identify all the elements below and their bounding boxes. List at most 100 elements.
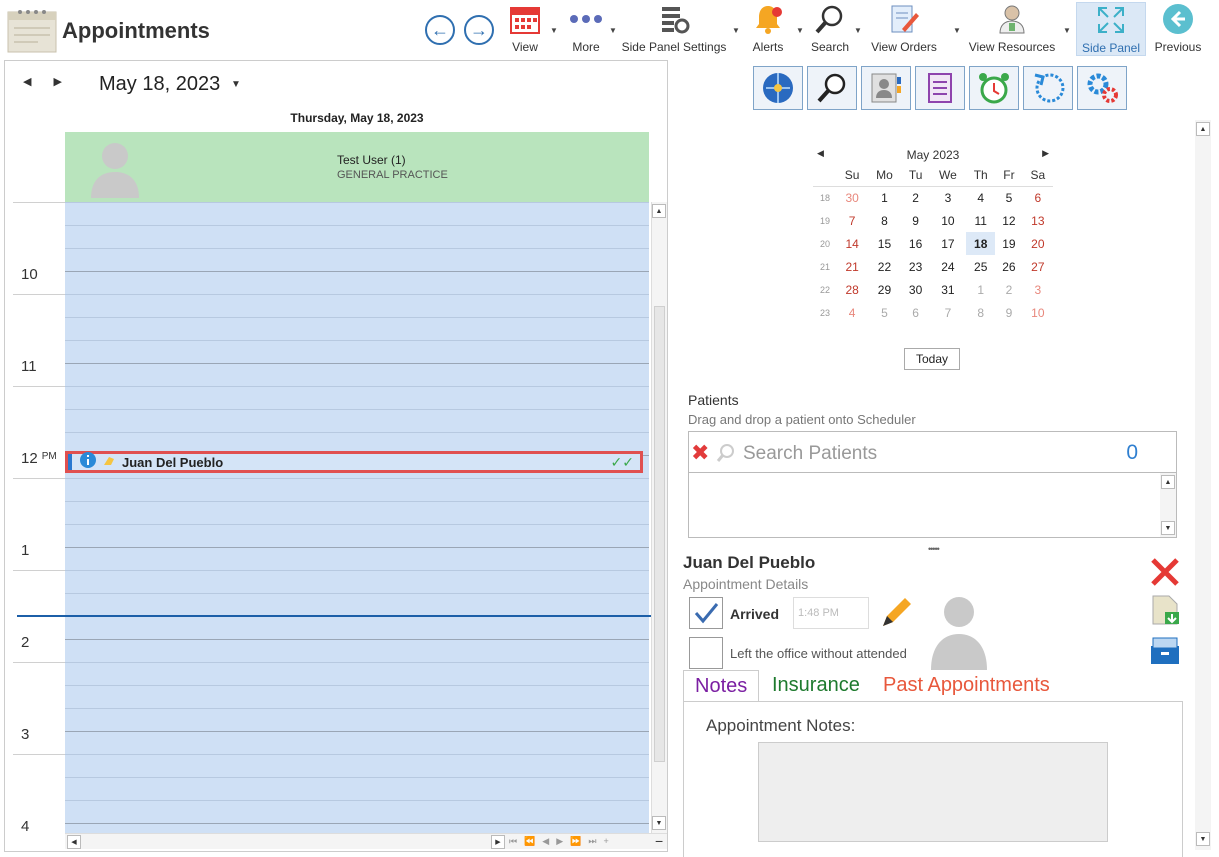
search-dropdown-icon[interactable]: ▼ [854, 26, 862, 35]
search-button[interactable]: Search [810, 2, 850, 56]
patient-search-box[interactable]: ✖ Search Patients 0 [688, 431, 1177, 473]
refresh-tool-button[interactable] [1023, 66, 1073, 110]
view-dropdown-icon[interactable]: ▼ [550, 26, 558, 35]
appointment-notes-field[interactable] [758, 742, 1108, 842]
side-panel-settings-dropdown-icon[interactable]: ▼ [732, 26, 740, 35]
calendar-day[interactable]: 7 [930, 301, 967, 324]
pager-controls[interactable]: ⏮⏪◀▶⏩⏭+ [509, 836, 616, 847]
scroll-up-icon[interactable]: ▲ [1161, 475, 1175, 489]
scroll-down-icon[interactable]: ▼ [1161, 521, 1175, 535]
calendar-day[interactable]: 15 [867, 232, 901, 255]
clear-search-icon[interactable]: ✖ [691, 440, 709, 466]
calendar-day[interactable]: 14 [837, 232, 867, 255]
zoom-out-icon[interactable]: − [655, 833, 663, 849]
previous-button[interactable]: Previous [1154, 2, 1202, 56]
calendar-day[interactable]: 4 [966, 186, 995, 209]
calendar-day[interactable]: 2 [995, 278, 1023, 301]
checklist-tool-button[interactable] [915, 66, 965, 110]
calendar-day[interactable]: 6 [1023, 186, 1053, 209]
alerts-button[interactable]: Alerts [748, 2, 788, 56]
forward-arrow-icon[interactable]: → [464, 15, 494, 45]
calendar-day[interactable]: 12 [995, 209, 1023, 232]
scroll-thumb[interactable] [654, 306, 665, 762]
search-tool-button[interactable] [807, 66, 857, 110]
calendar-day[interactable]: 1 [966, 278, 995, 301]
calendar-day[interactable]: 23 [902, 255, 930, 278]
alerts-dropdown-icon[interactable]: ▼ [796, 26, 804, 35]
day-grid[interactable] [65, 202, 649, 836]
splitter-handle[interactable]: ••••• [928, 544, 940, 554]
today-button[interactable]: Today [904, 348, 960, 370]
tab-past-appointments[interactable]: Past Appointments [872, 670, 1061, 702]
more-dropdown-icon[interactable]: ▼ [609, 26, 617, 35]
tab-insurance[interactable]: Insurance [761, 670, 871, 702]
scroll-up-icon[interactable]: ▲ [652, 204, 666, 218]
left-office-checkbox[interactable] [689, 637, 723, 669]
calendar-day[interactable]: 19 [995, 232, 1023, 255]
calendar-day[interactable]: 1 [867, 186, 901, 209]
search-patients-input[interactable]: Search Patients [743, 443, 877, 465]
more-button[interactable]: More [566, 2, 606, 56]
calendar-day[interactable]: 20 [1023, 232, 1053, 255]
patient-results-list[interactable]: ▲ ▼ [688, 473, 1177, 538]
calendar-day[interactable]: 30 [902, 278, 930, 301]
prev-date-icon[interactable]: ◀ [23, 76, 31, 88]
side-panel-scrollbar[interactable]: ▲ ▼ [1195, 120, 1211, 850]
calendar-day[interactable]: 22 [867, 255, 901, 278]
horizontal-scrollbar[interactable]: ◀ ▶ ⏮⏪◀▶⏩⏭+ − [65, 833, 667, 849]
contact-card-tool-button[interactable] [861, 66, 911, 110]
appointment-block[interactable]: Juan Del Pueblo ✓✓ [65, 451, 643, 473]
calendar-day[interactable]: 28 [837, 278, 867, 301]
calendar-day[interactable]: 11 [966, 209, 995, 232]
view-orders-button[interactable]: View Orders [868, 2, 940, 56]
calendar-prev-icon[interactable]: ◀ [817, 148, 824, 159]
calendar-day[interactable]: 8 [966, 301, 995, 324]
calendar-day[interactable]: 5 [995, 186, 1023, 209]
calendar-day[interactable]: 4 [837, 301, 867, 324]
side-panel-settings-button[interactable]: Side Panel Settings [622, 2, 726, 56]
vertical-scrollbar[interactable]: ▲ ▼ [651, 202, 667, 836]
calendar-day[interactable]: 2 [902, 186, 930, 209]
side-panel-button[interactable]: Side Panel [1076, 2, 1146, 56]
cancel-appointment-icon[interactable] [1149, 556, 1181, 593]
calendar-day[interactable]: 16 [902, 232, 930, 255]
calendar-day[interactable]: 9 [902, 209, 930, 232]
calendar-next-icon[interactable]: ▶ [1042, 148, 1049, 159]
calendar-day[interactable]: 9 [995, 301, 1023, 324]
calendar-day[interactable]: 6 [902, 301, 930, 324]
calendar-day[interactable]: 5 [867, 301, 901, 324]
archive-icon[interactable] [1149, 636, 1181, 671]
scroll-right-icon[interactable]: ▶ [491, 835, 505, 849]
calendar-day[interactable]: 7 [837, 209, 867, 232]
alarm-clock-tool-button[interactable] [969, 66, 1019, 110]
view-resources-dropdown-icon[interactable]: ▼ [1063, 26, 1071, 35]
scroll-down-icon[interactable]: ▼ [652, 816, 666, 830]
calendar-day[interactable]: 30 [837, 186, 867, 209]
info-icon[interactable] [80, 451, 96, 473]
calendar-day[interactable]: 10 [1023, 301, 1053, 324]
calendar-day[interactable]: 29 [867, 278, 901, 301]
calendar-day[interactable]: 13 [1023, 209, 1053, 232]
scroll-up-icon[interactable]: ▲ [1196, 122, 1210, 136]
calendar-day[interactable]: 26 [995, 255, 1023, 278]
view-resources-button[interactable]: View Resources [968, 2, 1056, 56]
scroll-down-icon[interactable]: ▼ [1196, 832, 1210, 846]
calendar-day[interactable]: 10 [930, 209, 967, 232]
edit-pencil-icon[interactable] [879, 596, 913, 635]
back-arrow-icon[interactable]: ← [425, 15, 455, 45]
calendar-day[interactable]: 3 [930, 186, 967, 209]
calendar-day[interactable]: 8 [867, 209, 901, 232]
calendar-day[interactable]: 3 [1023, 278, 1053, 301]
calendar-day[interactable]: 17 [930, 232, 967, 255]
view-button[interactable]: View [506, 2, 544, 56]
calendar-day-selected[interactable]: 18 [966, 232, 996, 255]
scroll-left-icon[interactable]: ◀ [67, 835, 81, 849]
arrived-time-field[interactable]: 1:48 PM [793, 597, 869, 629]
calendar-day[interactable]: 25 [966, 255, 995, 278]
settings-tool-button[interactable] [1077, 66, 1127, 110]
view-orders-dropdown-icon[interactable]: ▼ [953, 26, 961, 35]
tab-notes[interactable]: Notes [683, 670, 760, 702]
calendar-day[interactable]: 31 [930, 278, 967, 301]
globe-tool-button[interactable] [753, 66, 803, 110]
calendar-day[interactable]: 24 [930, 255, 967, 278]
